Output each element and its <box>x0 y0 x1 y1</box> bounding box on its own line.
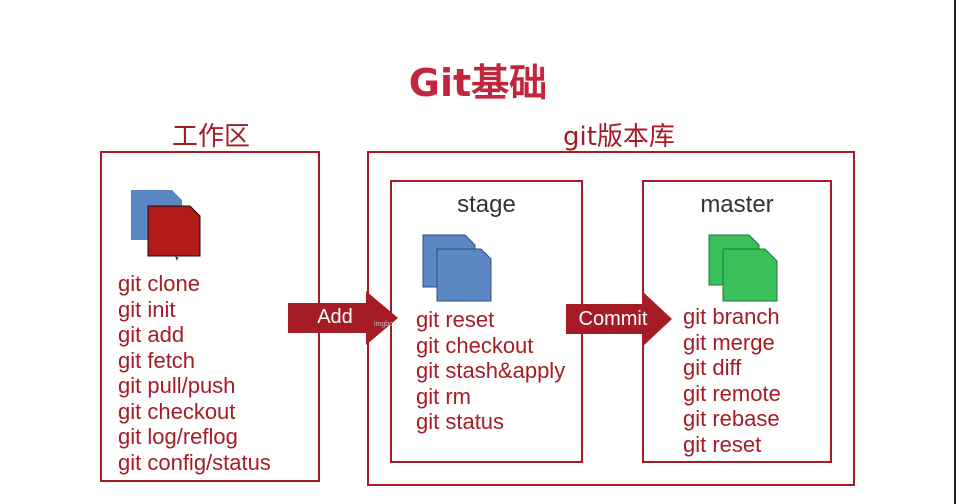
list-item: git init <box>118 296 176 322</box>
page-title: Git基础 <box>408 61 548 105</box>
master-files-icon <box>708 234 778 302</box>
list-item: git diff <box>683 355 742 380</box>
list-item: git remote <box>683 380 781 406</box>
master-command-list: git branch git merge git diff git remote… <box>683 304 781 457</box>
workspace-command-list: git clone git init git add git fetch git… <box>118 271 271 475</box>
repository-label: git版本库 <box>563 122 675 152</box>
list-item: git reset <box>683 431 762 457</box>
list-item: git status <box>416 409 505 434</box>
list-item: git log/reflog <box>118 424 238 449</box>
list-item: git config/status <box>118 449 271 475</box>
master-title: master <box>700 191 774 218</box>
list-item: git rm <box>416 383 471 409</box>
stage-command-list: git reset git checkout git stash&apply g… <box>416 307 565 435</box>
list-item: git branch <box>683 304 780 329</box>
list-item: git checkout <box>416 332 534 358</box>
stage-files-icon <box>422 234 492 302</box>
list-item: git checkout <box>118 398 236 424</box>
workspace-files-icon <box>131 190 201 261</box>
list-item: git merge <box>683 329 775 355</box>
list-item: git stash&apply <box>416 358 566 383</box>
list-item: git clone <box>118 271 200 296</box>
stage-title: stage <box>457 191 516 218</box>
list-item: git pull/push <box>118 373 236 398</box>
add-arrow-label: Add <box>317 306 353 328</box>
list-item: git add <box>118 322 185 347</box>
list-item: git reset <box>416 307 495 332</box>
commit-arrow-label: Commit <box>578 308 648 330</box>
list-item: git fetch <box>118 347 196 373</box>
list-item: git rebase <box>683 406 780 431</box>
watermark-text: imgbc <box>374 321 393 328</box>
workspace-label: 工作区 <box>172 122 251 152</box>
